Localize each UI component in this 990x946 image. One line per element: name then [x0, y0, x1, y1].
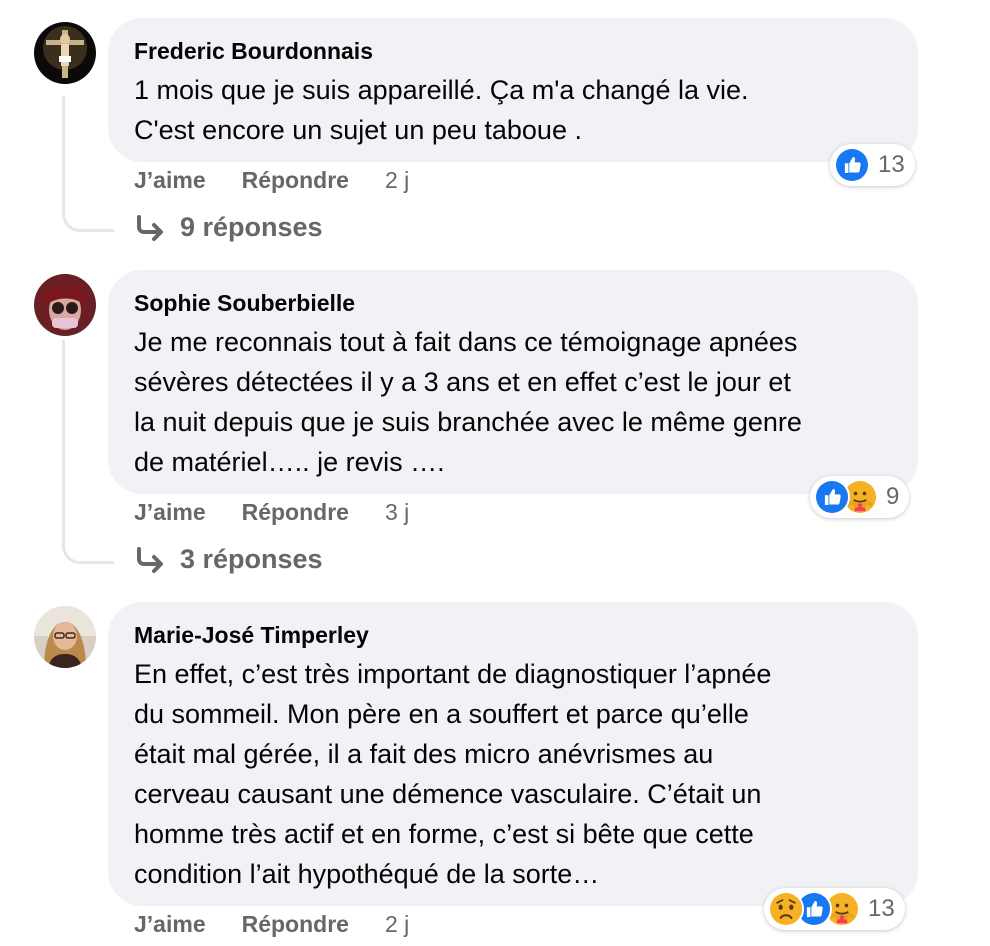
- comment-author[interactable]: Frederic Bourdonnais: [134, 36, 892, 66]
- comment-text: En effet, c’est très important de diagno…: [134, 659, 772, 889]
- replies-count-label[interactable]: 9 réponses: [180, 212, 323, 243]
- replies-count-label[interactable]: 3 réponses: [180, 544, 323, 575]
- avatar[interactable]: [34, 274, 96, 336]
- like-button[interactable]: J’aime: [134, 499, 206, 526]
- comment-timestamp[interactable]: 3 j: [385, 499, 409, 526]
- view-replies-link[interactable]: 9 réponses: [136, 212, 323, 243]
- like-button[interactable]: J’aime: [134, 911, 206, 938]
- reply-button[interactable]: Répondre: [242, 911, 349, 938]
- reaction-summary[interactable]: 9: [810, 476, 910, 518]
- like-reaction-icon: [814, 479, 850, 515]
- reaction-summary[interactable]: 13: [830, 144, 915, 186]
- reaction-summary[interactable]: 13: [764, 888, 905, 930]
- avatar[interactable]: [34, 22, 96, 84]
- comment-author[interactable]: Sophie Souberbielle: [134, 288, 892, 318]
- reaction-count: 9: [886, 483, 900, 510]
- thread-line: [62, 340, 114, 564]
- comment-timestamp[interactable]: 2 j: [385, 167, 409, 194]
- comment-actions: J’aime Répondre 2 j: [134, 167, 409, 194]
- comment-actions: J’aime Répondre 3 j: [134, 499, 409, 526]
- like-button[interactable]: J’aime: [134, 167, 206, 194]
- reply-button[interactable]: Répondre: [242, 167, 349, 194]
- comment-bubble: Frederic Bourdonnais 1 mois que je suis …: [108, 18, 918, 162]
- view-replies-link[interactable]: 3 réponses: [136, 544, 323, 575]
- reply-arrow-icon: [137, 214, 163, 241]
- comment-text: Je me reconnais tout à fait dans ce témo…: [134, 327, 802, 477]
- reaction-count: 13: [868, 895, 895, 922]
- comment-author[interactable]: Marie-José Timperley: [134, 620, 892, 650]
- comment-bubble: Sophie Souberbielle Je me reconnais tout…: [108, 270, 918, 494]
- reply-button[interactable]: Répondre: [242, 499, 349, 526]
- comment-text: 1 mois que je suis appareillé. Ça m'a ch…: [134, 75, 749, 145]
- sad-reaction-icon: [768, 891, 804, 927]
- reaction-count: 13: [878, 151, 905, 178]
- comment-actions: J’aime Répondre 2 j: [134, 911, 409, 938]
- avatar[interactable]: [34, 606, 96, 668]
- like-reaction-icon: [834, 147, 870, 183]
- comment-timestamp[interactable]: 2 j: [385, 911, 409, 938]
- thread-line: [62, 96, 114, 232]
- comment-bubble: Marie-José Timperley En effet, c’est trè…: [108, 602, 918, 906]
- reply-arrow-icon: [137, 546, 163, 573]
